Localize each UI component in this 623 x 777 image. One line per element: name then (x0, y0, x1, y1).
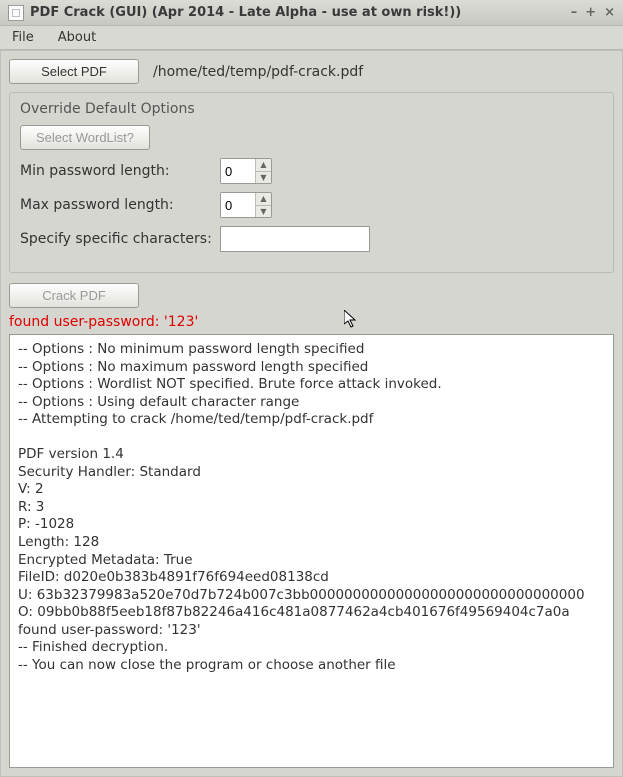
minimize-button[interactable]: – (571, 5, 578, 20)
crack-row: Crack PDF (9, 283, 614, 308)
select-wordlist-button[interactable]: Select WordList? (20, 125, 150, 150)
min-length-label: Min password length: (20, 163, 220, 179)
menubar: File About (0, 26, 623, 50)
content-area: Select PDF /home/ted/temp/pdf-crack.pdf … (0, 50, 623, 777)
app-icon (8, 5, 24, 21)
chars-input[interactable] (220, 226, 370, 252)
wordlist-row: Select WordList? (20, 125, 603, 150)
max-down-arrow-icon[interactable]: ▼ (256, 206, 271, 218)
min-up-arrow-icon[interactable]: ▲ (256, 159, 271, 172)
chars-label: Specify specific characters: (20, 231, 220, 247)
max-length-row: Max password length: ▲ ▼ (20, 192, 603, 218)
file-row: Select PDF /home/ted/temp/pdf-crack.pdf (9, 59, 614, 84)
max-up-arrow-icon[interactable]: ▲ (256, 193, 271, 206)
options-group: Override Default Options Select WordList… (9, 92, 614, 273)
maximize-button[interactable]: + (585, 5, 596, 20)
app-window: PDF Crack (GUI) (Apr 2014 - Late Alpha -… (0, 0, 623, 777)
options-group-title: Override Default Options (20, 101, 603, 117)
menu-file[interactable]: File (6, 28, 40, 47)
min-length-row: Min password length: ▲ ▼ (20, 158, 603, 184)
max-length-arrows: ▲ ▼ (255, 193, 271, 217)
min-length-arrows: ▲ ▼ (255, 159, 271, 183)
min-length-spinbox[interactable]: ▲ ▼ (220, 158, 272, 184)
max-length-spinbox[interactable]: ▲ ▼ (220, 192, 272, 218)
min-down-arrow-icon[interactable]: ▼ (256, 172, 271, 184)
titlebar: PDF Crack (GUI) (Apr 2014 - Late Alpha -… (0, 0, 623, 26)
window-title: PDF Crack (GUI) (Apr 2014 - Late Alpha -… (30, 5, 571, 20)
max-length-label: Max password length: (20, 197, 220, 213)
select-pdf-button[interactable]: Select PDF (9, 59, 139, 84)
crack-pdf-button[interactable]: Crack PDF (9, 283, 139, 308)
window-controls: – + × (571, 5, 615, 20)
status-line: found user-password: '123' (9, 314, 614, 330)
close-button[interactable]: × (604, 5, 615, 20)
max-length-input[interactable] (221, 193, 255, 217)
min-length-input[interactable] (221, 159, 255, 183)
chars-row: Specify specific characters: (20, 226, 603, 252)
output-log[interactable]: -- Options : No minimum password length … (9, 334, 614, 768)
menu-about[interactable]: About (52, 28, 102, 47)
file-path-label: /home/ted/temp/pdf-crack.pdf (153, 64, 363, 80)
